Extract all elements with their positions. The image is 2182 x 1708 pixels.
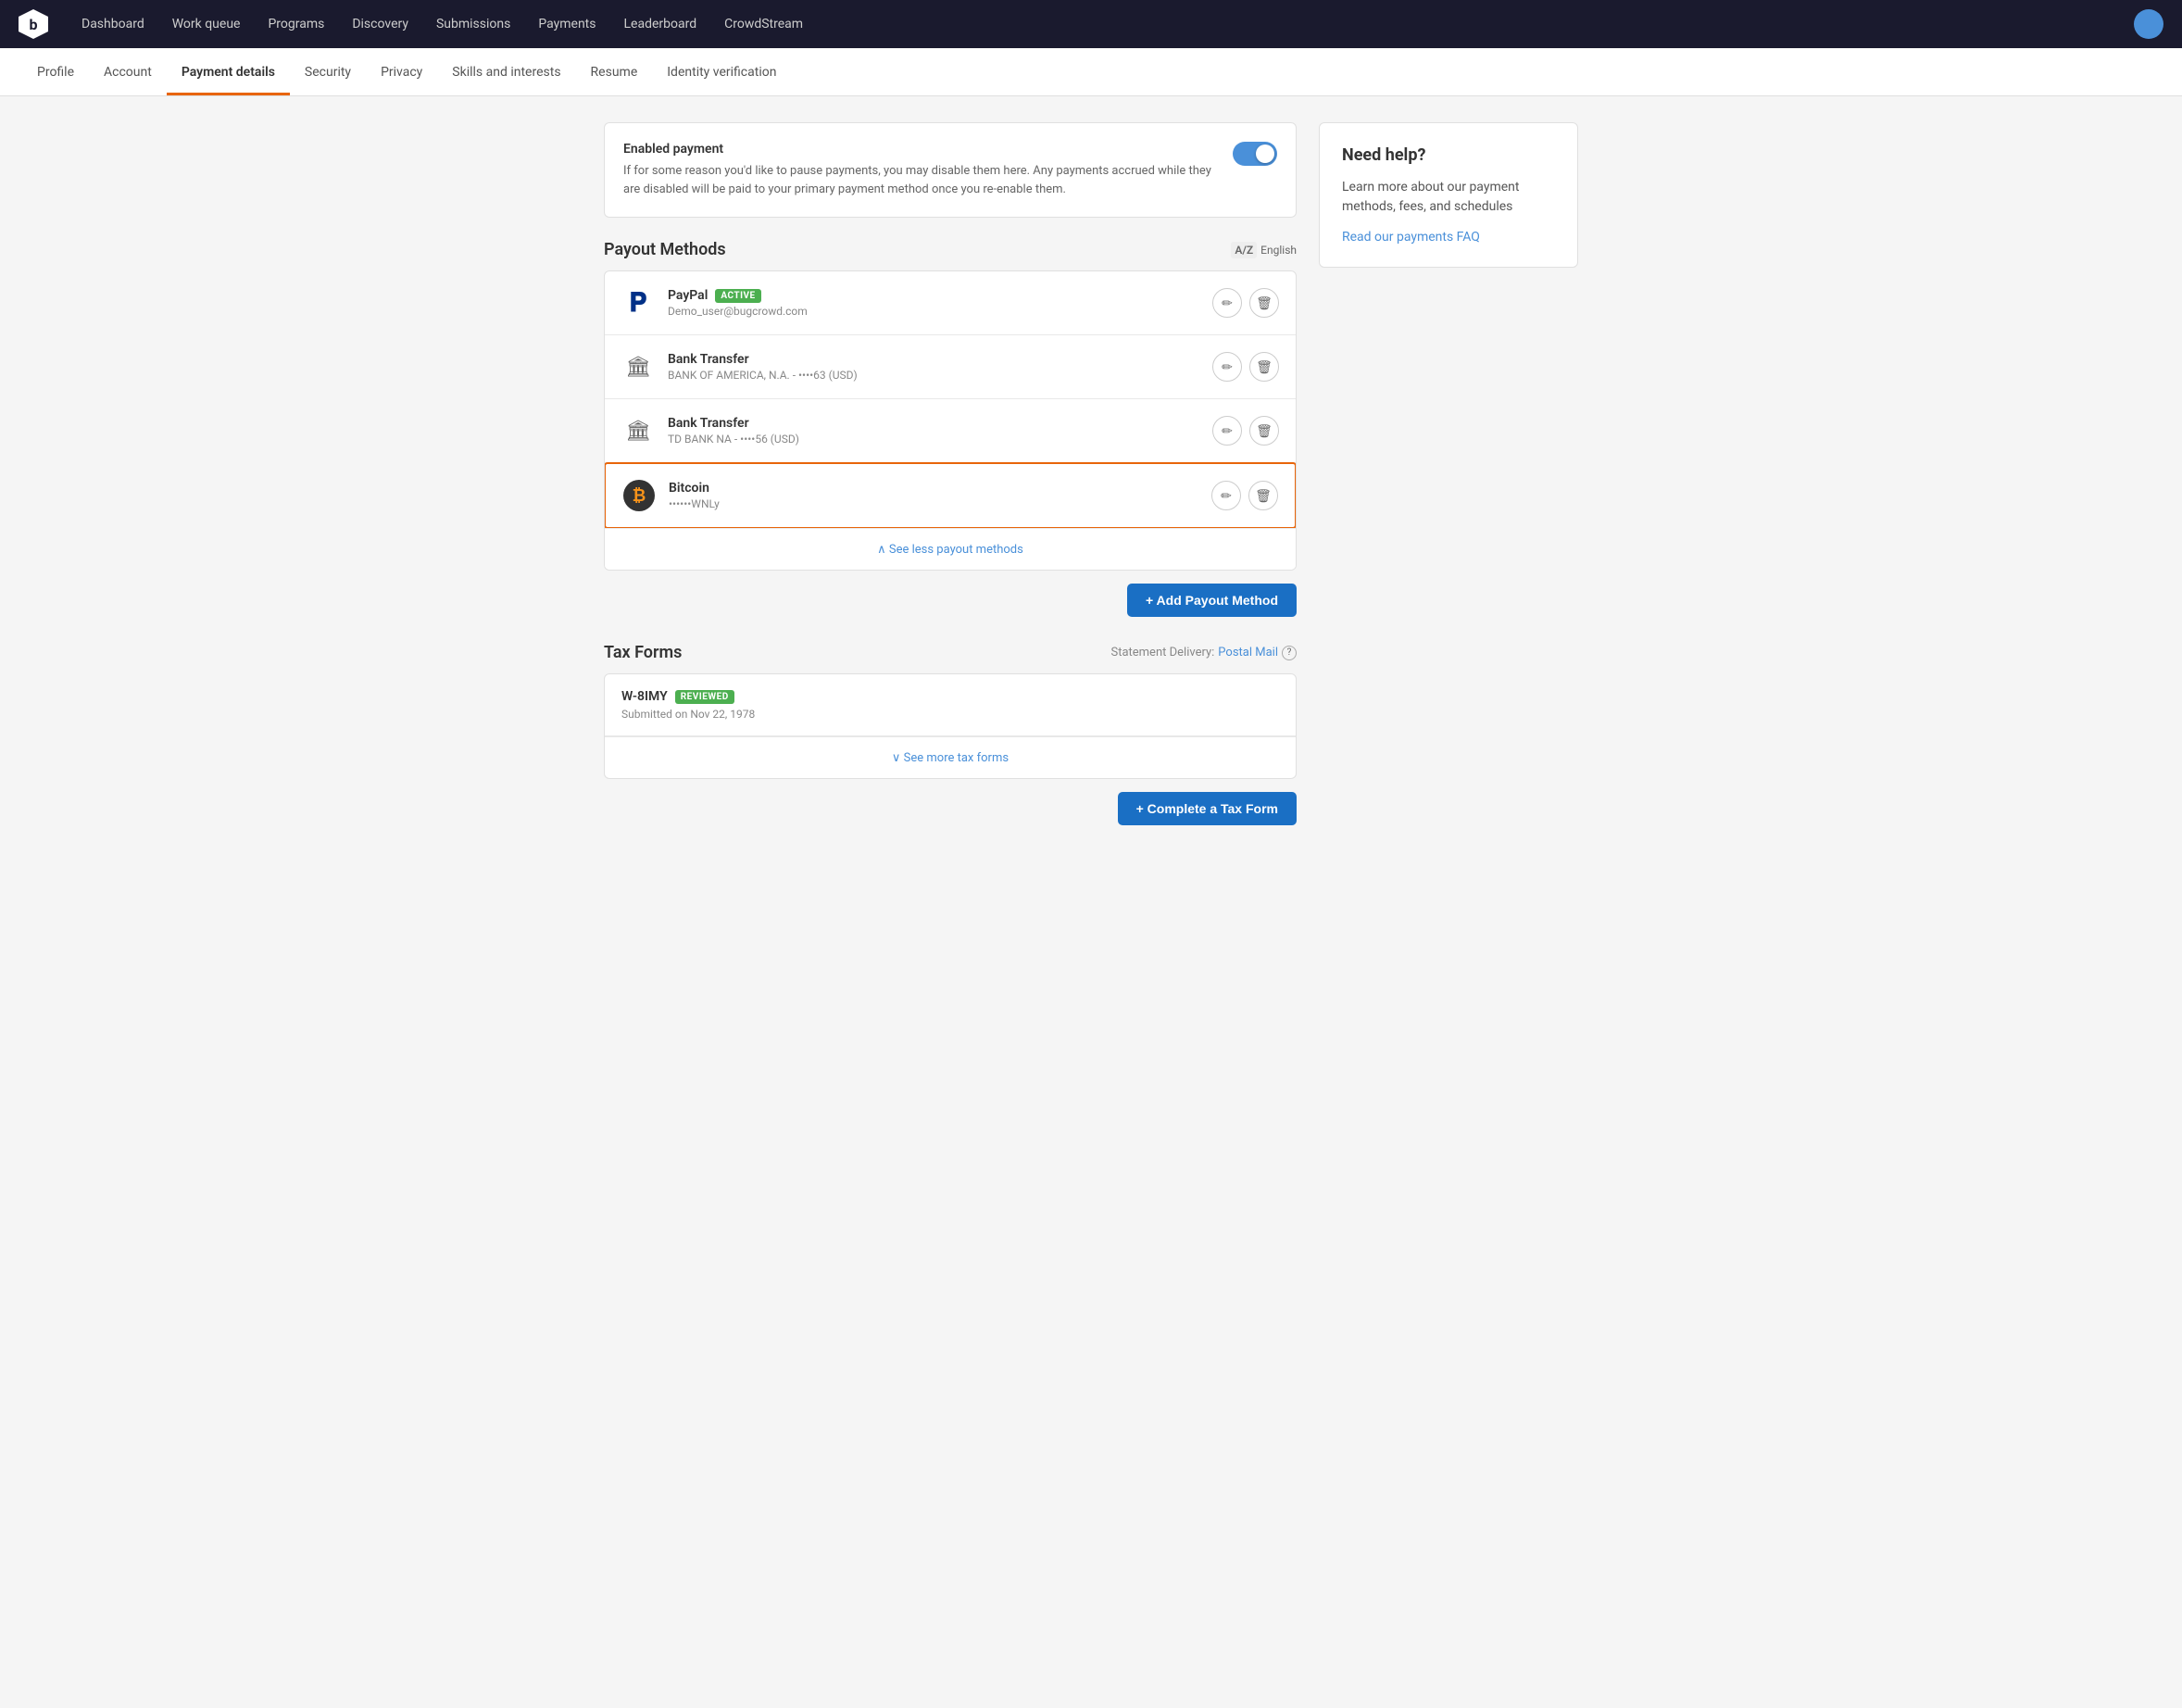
tab-account[interactable]: Account [89, 48, 167, 95]
help-desc: Learn more about our payment methods, fe… [1342, 178, 1555, 217]
enabled-payment-text: Enabled payment If for some reason you'd… [623, 142, 1218, 198]
edit-button[interactable]: ✏ [1212, 416, 1242, 446]
nav-item-leaderboard[interactable]: Leaderboard [613, 9, 709, 39]
payout-methods-title: Payout Methods [604, 240, 726, 259]
user-avatar[interactable] [2134, 9, 2163, 39]
add-payout-btn-row: + Add Payout Method [604, 584, 1297, 617]
tax-forms-section: Tax Forms Statement Delivery: Postal Mai… [604, 643, 1297, 825]
payment-toggle[interactable] [1233, 142, 1277, 166]
list-item: 🏛 Bank Transfer TD BANK NA - ••••56 (USD… [605, 399, 1296, 463]
bitcoin-icon: ₿ [622, 479, 656, 512]
payout-detail: TD BANK NA - ••••56 (USD) [668, 433, 1212, 446]
see-more-tax-link[interactable]: ∨ See more tax forms [892, 751, 1009, 765]
delete-button[interactable]: 🗑 [1249, 416, 1279, 446]
help-title: Need help? [1342, 145, 1555, 165]
see-less-link[interactable]: ∧ See less payout methods [877, 543, 1023, 557]
delete-button[interactable]: 🗑 [1249, 352, 1279, 382]
payout-detail: ••••••WNLy [669, 497, 1211, 510]
complete-tax-button[interactable]: + Complete a Tax Form [1118, 792, 1297, 825]
tab-skills[interactable]: Skills and interests [437, 48, 575, 95]
enabled-payment-card: Enabled payment If for some reason you'd… [604, 122, 1297, 218]
help-circle-icon[interactable]: ? [1282, 646, 1297, 660]
left-panel: Enabled payment If for some reason you'd… [604, 122, 1297, 825]
tax-forms-title: Tax Forms [604, 643, 682, 662]
edit-button[interactable]: ✏ [1212, 352, 1242, 382]
payout-name: PayPal ACTIVE [668, 288, 1212, 303]
nav-item-dashboard[interactable]: Dashboard [70, 9, 156, 39]
enabled-payment-title: Enabled payment [623, 142, 1218, 157]
payout-actions: ✏ 🗑 [1211, 481, 1278, 510]
statement-delivery: Statement Delivery: Postal Mail ? [1110, 646, 1297, 660]
edit-button[interactable]: ✏ [1211, 481, 1241, 510]
tab-bar: ProfileAccountPayment detailsSecurityPri… [0, 48, 2182, 96]
tax-form-id: W-8IMY [621, 689, 668, 704]
payout-name: Bank Transfer [668, 416, 1212, 431]
tab-privacy[interactable]: Privacy [366, 48, 437, 95]
edit-button[interactable]: ✏ [1212, 288, 1242, 318]
payout-label: Bank Transfer [668, 352, 749, 367]
payout-info: Bitcoin ••••••WNLy [669, 481, 1211, 510]
main-content: Enabled payment If for some reason you'd… [582, 96, 1600, 851]
bank-icon: 🏛 [621, 414, 655, 447]
tab-profile[interactable]: Profile [22, 48, 89, 95]
payout-label: Bank Transfer [668, 416, 749, 431]
tab-security[interactable]: Security [290, 48, 366, 95]
tax-title-row: Tax Forms Statement Delivery: Postal Mai… [604, 643, 1297, 662]
tax-list: W-8IMY REVIEWED Submitted on Nov 22, 197… [604, 673, 1297, 779]
payout-name: Bank Transfer [668, 352, 1212, 367]
tax-form-name: W-8IMY REVIEWED [621, 689, 1279, 704]
reviewed-badge: REVIEWED [675, 690, 734, 704]
bank-icon: 🏛 [621, 350, 655, 383]
lang-icon: A/Z [1231, 242, 1257, 258]
tab-payment-details[interactable]: Payment details [167, 48, 290, 95]
nav-item-programs[interactable]: Programs [257, 9, 335, 39]
tax-submit-date: Submitted on Nov 22, 1978 [621, 708, 1279, 721]
payout-detail: BANK OF AMERICA, N.A. - ••••63 (USD) [668, 369, 1212, 382]
nav-item-crowdstream[interactable]: CrowdStream [713, 9, 814, 39]
payout-label: PayPal [668, 288, 708, 303]
see-less-row: ∧ See less payout methods [605, 528, 1296, 570]
payout-info: PayPal ACTIVE Demo_user@bugcrowd.com [668, 288, 1212, 318]
top-nav: b DashboardWork queueProgramsDiscoverySu… [0, 0, 2182, 48]
toggle-thumb [1256, 144, 1274, 163]
payout-methods-section: Payout Methods A/Z English 𝐏 PayPal ACTI… [604, 240, 1297, 617]
payout-info: Bank Transfer BANK OF AMERICA, N.A. - ••… [668, 352, 1212, 382]
payout-name: Bitcoin [669, 481, 1211, 496]
payout-actions: ✏ 🗑 [1212, 288, 1279, 318]
help-card: Need help? Learn more about our payment … [1319, 122, 1578, 268]
help-faq-link[interactable]: Read our payments FAQ [1342, 230, 1480, 245]
payout-title-row: Payout Methods A/Z English [604, 240, 1297, 259]
tax-item: W-8IMY REVIEWED Submitted on Nov 22, 197… [605, 674, 1296, 736]
right-panel: Need help? Learn more about our payment … [1319, 122, 1578, 825]
nav-item-submissions[interactable]: Submissions [425, 9, 521, 39]
see-more-row: ∨ See more tax forms [605, 736, 1296, 778]
nav-item-work-queue[interactable]: Work queue [161, 9, 252, 39]
payout-info: Bank Transfer TD BANK NA - ••••56 (USD) [668, 416, 1212, 446]
statement-label: Statement Delivery: [1110, 646, 1214, 659]
nav-item-discovery[interactable]: Discovery [341, 9, 420, 39]
payout-list: 𝐏 PayPal ACTIVE Demo_user@bugcrowd.com ✏… [604, 270, 1297, 571]
tab-resume[interactable]: Resume [576, 48, 653, 95]
complete-tax-btn-row: + Complete a Tax Form [604, 792, 1297, 825]
payout-label: Bitcoin [669, 481, 709, 496]
paypal-icon: 𝐏 [621, 286, 655, 320]
add-payout-button[interactable]: + Add Payout Method [1127, 584, 1297, 617]
active-badge: ACTIVE [715, 289, 760, 303]
delete-button[interactable]: 🗑 [1248, 481, 1278, 510]
payout-detail: Demo_user@bugcrowd.com [668, 305, 1212, 318]
payout-actions: ✏ 🗑 [1212, 416, 1279, 446]
tab-identity[interactable]: Identity verification [652, 48, 791, 95]
lang-label: English [1260, 244, 1297, 257]
enabled-payment-desc: If for some reason you'd like to pause p… [623, 162, 1218, 198]
list-item: ₿ Bitcoin ••••••WNLy ✏ 🗑 [604, 462, 1297, 529]
nav-item-payments[interactable]: Payments [527, 9, 607, 39]
list-item: 𝐏 PayPal ACTIVE Demo_user@bugcrowd.com ✏… [605, 271, 1296, 335]
list-item: 🏛 Bank Transfer BANK OF AMERICA, N.A. - … [605, 335, 1296, 399]
language-badge: A/Z English [1231, 242, 1297, 258]
delete-button[interactable]: 🗑 [1249, 288, 1279, 318]
statement-value[interactable]: Postal Mail [1218, 646, 1278, 659]
payout-actions: ✏ 🗑 [1212, 352, 1279, 382]
nav-items: DashboardWork queueProgramsDiscoverySubm… [70, 9, 2134, 39]
nav-logo[interactable]: b [19, 9, 48, 39]
